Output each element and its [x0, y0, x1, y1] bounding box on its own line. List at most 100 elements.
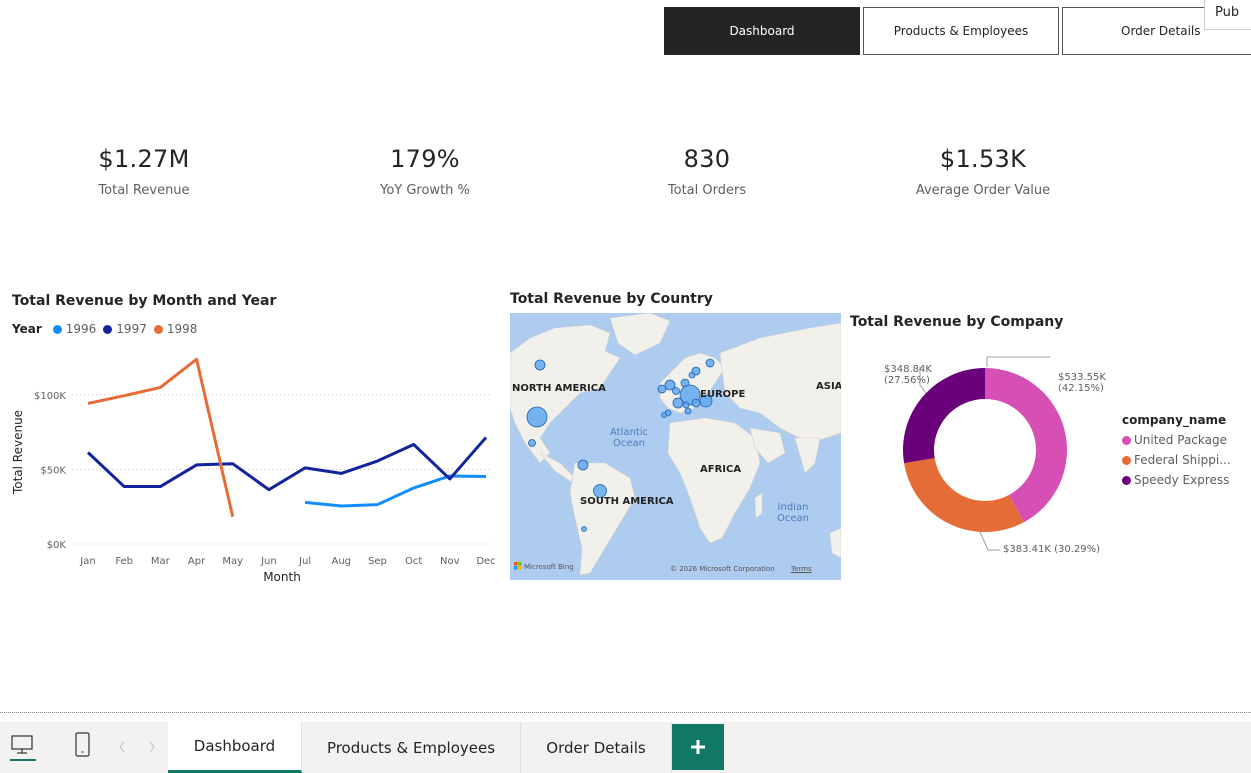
x-axis-label: Month [263, 570, 301, 584]
donut-label-pct: (42.15%) [1058, 383, 1104, 394]
map-bubble [534, 359, 546, 371]
x-tick-label: Oct [405, 556, 422, 567]
land-australia [829, 527, 841, 559]
land-south-america [569, 462, 636, 576]
x-tick-label: Jun [260, 556, 277, 567]
y-tick-label: $100K [34, 391, 66, 402]
y-tick-label: $0K [47, 540, 67, 551]
report-canvas: Dashboard Products & Employees Order Det… [0, 0, 1251, 773]
donut-chart-title: Total Revenue by Company [850, 314, 1064, 330]
x-tick-label: Dec [476, 556, 495, 567]
kpi-average-order-value: $1.53K Average Order Value [873, 145, 1093, 198]
series-line-1998 [87, 357, 235, 518]
nav-dashboard-button[interactable]: Dashboard [664, 7, 860, 55]
map-copyright: © 2026 Microsoft Corporation [670, 565, 775, 573]
legend-item-1997[interactable]: 1997 [116, 322, 147, 336]
x-tick-label: Nov [440, 556, 460, 567]
donut-legend: company_name United Package Federal Ship… [1122, 413, 1231, 493]
kpi-label: Average Order Value [915, 183, 1051, 198]
tab-products-employees[interactable]: Products & Employees [302, 722, 521, 773]
land-africa [667, 417, 761, 544]
donut-label-speedy: $348.84K (27.56%) [884, 364, 932, 386]
map-terms-link[interactable]: Terms [791, 565, 812, 573]
legend-dot-1998 [153, 324, 163, 334]
x-tick-label: Apr [188, 556, 206, 567]
bottom-separator [0, 712, 1251, 713]
map-label-europe: EUROPE [700, 389, 746, 400]
x-tick-label: Feb [115, 556, 133, 567]
map-bubble [577, 459, 589, 471]
line-chart[interactable]: $0K $50K $100K Jan Feb Mar Apr May Jun Jul Aug Sep O… [0, 340, 505, 590]
publish-button[interactable]: Pub [1204, 0, 1251, 30]
phone-view-icon[interactable] [74, 731, 92, 759]
x-tick-label: Mar [151, 556, 171, 567]
map-bubble [526, 406, 548, 428]
line-chart-legend: Year 1996 1997 1998 [12, 322, 197, 336]
donut-slice-0 [985, 368, 1067, 523]
kpi-total-revenue: $1.27M Total Revenue [34, 145, 254, 198]
desktop-view-icon[interactable] [10, 733, 36, 761]
bing-logo-tile [518, 566, 522, 570]
x-tick-label: Jul [298, 556, 311, 567]
map-label-asia: ASIA [816, 381, 841, 392]
map-bing-attribution: Microsoft Bing [524, 563, 574, 571]
legend-item-1998[interactable]: 1998 [167, 322, 198, 336]
map-bubble [672, 397, 684, 409]
chevron-right-icon[interactable] [147, 740, 157, 754]
y-tick-label: $50K [40, 465, 66, 476]
bing-logo-tile [514, 562, 518, 566]
donut-label-value: $348.84K [884, 364, 932, 375]
line-chart-title: Total Revenue by Month and Year [12, 293, 277, 309]
plus-icon [691, 740, 705, 754]
legend-dot [1122, 475, 1131, 485]
leader-line [979, 531, 1000, 551]
tab-dashboard[interactable]: Dashboard [168, 722, 302, 773]
donut-slice-1 [904, 458, 1024, 532]
map-label-north-america: NORTH AMERICA [512, 383, 606, 394]
kpi-value: $1.27M [98, 145, 190, 173]
tab-order-details[interactable]: Order Details [521, 722, 672, 773]
map-label-indian: Indian Ocean [777, 502, 809, 524]
map-bubble [684, 407, 692, 415]
map-label-atlantic: Atlantic Ocean [609, 427, 649, 449]
donut-label-pct: (27.56%) [884, 375, 930, 386]
land-madagascar [754, 492, 763, 519]
donut-legend-item-speedy[interactable]: Speedy Express [1122, 473, 1231, 487]
map-bubble [691, 366, 701, 376]
legend-label: United Package [1134, 433, 1227, 447]
donut-legend-item-federal[interactable]: Federal Shippi... [1122, 453, 1231, 467]
x-tick-label: May [222, 556, 243, 567]
chevron-left-icon[interactable] [117, 740, 127, 754]
donut-label-federal: $383.41K (30.29%) [1003, 544, 1101, 555]
map-bubble [581, 526, 587, 532]
kpi-value: $1.53K [939, 145, 1027, 173]
land-north-america [510, 324, 621, 464]
land-india [794, 437, 821, 474]
map-chart[interactable]: NORTH AMERICA EUROPE ASIA AFRICA SOUTH A… [510, 313, 841, 580]
x-tick-label: Jan [79, 556, 95, 567]
legend-label: Federal Shippi... [1134, 453, 1231, 467]
donut-label-united: $533.55K (42.15%) [1058, 372, 1106, 394]
legend-item-1996[interactable]: 1996 [66, 322, 97, 336]
map-bubble [682, 401, 690, 409]
bing-logo-tile [514, 566, 518, 570]
map-bubble [661, 412, 667, 418]
map-bubble [705, 358, 715, 368]
legend-dot [1122, 455, 1131, 465]
y-axis-label: Total Revenue [11, 410, 25, 495]
legend-dot-1997 [103, 324, 113, 334]
map-label-south-america: SOUTH AMERICA [580, 496, 674, 507]
map-bubble [672, 387, 680, 395]
legend-label: Speedy Express [1134, 473, 1230, 487]
map-land [510, 313, 841, 576]
leader-line [986, 356, 1050, 367]
series-line-1997 [86, 436, 488, 492]
donut-legend-item-united[interactable]: United Package [1122, 433, 1231, 447]
donut-label-value: $533.55K [1058, 372, 1106, 383]
map-bubble [691, 398, 701, 408]
add-page-button[interactable] [672, 724, 724, 770]
nav-products-employees-button[interactable]: Products & Employees [863, 7, 1059, 55]
map-chart-title: Total Revenue by Country [510, 291, 713, 307]
kpi-label: Total Revenue [98, 183, 190, 198]
map-label-africa: AFRICA [700, 464, 742, 475]
